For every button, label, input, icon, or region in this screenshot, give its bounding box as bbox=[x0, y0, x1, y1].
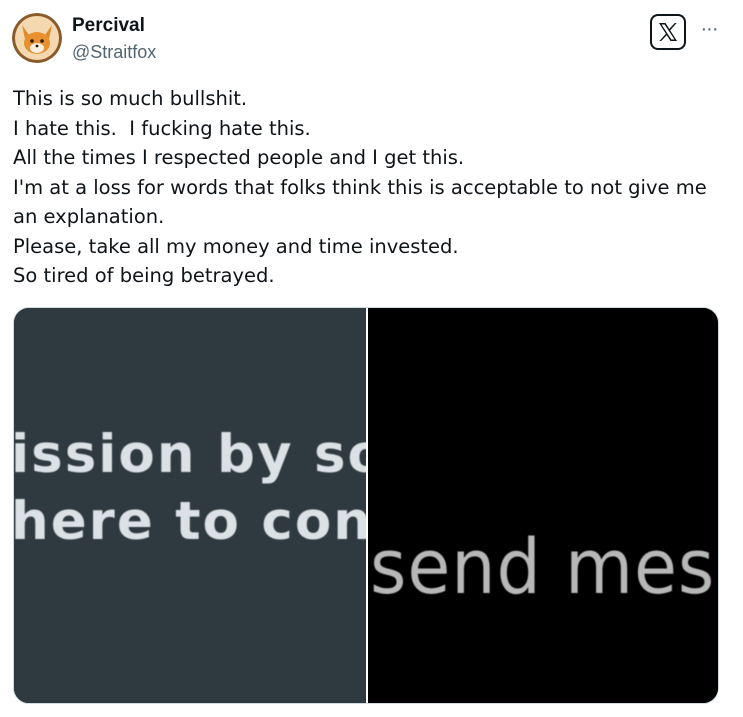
media-image-left[interactable]: ission by so here to cont bbox=[14, 308, 366, 703]
more-options-button[interactable]: ··· bbox=[696, 16, 722, 42]
post-text-line: an explanation. bbox=[13, 205, 165, 228]
image-left-text-line-1: ission by so bbox=[14, 424, 366, 485]
post-text-line: So tired of being betrayed. bbox=[13, 264, 275, 287]
post-text: This is so much bullshit. I hate this. I… bbox=[13, 84, 723, 291]
x-logo-icon[interactable] bbox=[650, 14, 686, 50]
post-text-line: All the times I respected people and I g… bbox=[13, 146, 465, 169]
author-info: Percival @Straitfox bbox=[72, 14, 156, 63]
post-text-line: This is so much bullshit. bbox=[13, 87, 248, 110]
fox-avatar-icon bbox=[12, 13, 62, 63]
author-display-name[interactable]: Percival bbox=[72, 14, 156, 38]
x-logo-glyph bbox=[659, 23, 677, 41]
media-gallery[interactable]: ission by so here to cont send mes bbox=[13, 307, 719, 704]
author-avatar[interactable] bbox=[12, 13, 62, 63]
post-card: Percival @Straitfox ··· This is so much … bbox=[0, 0, 743, 717]
author-handle[interactable]: @Straitfox bbox=[72, 41, 156, 64]
media-image-right[interactable]: send mes bbox=[368, 308, 718, 703]
post-text-line: I hate this. I fucking hate this. bbox=[13, 116, 311, 140]
post-text-line: I'm at a loss for words that folks think… bbox=[13, 175, 707, 199]
image-left-text-line-2: here to cont bbox=[14, 491, 366, 552]
image-right-text: send mes bbox=[370, 522, 716, 611]
post-text-line: Please, take all my money and time inves… bbox=[13, 234, 459, 258]
